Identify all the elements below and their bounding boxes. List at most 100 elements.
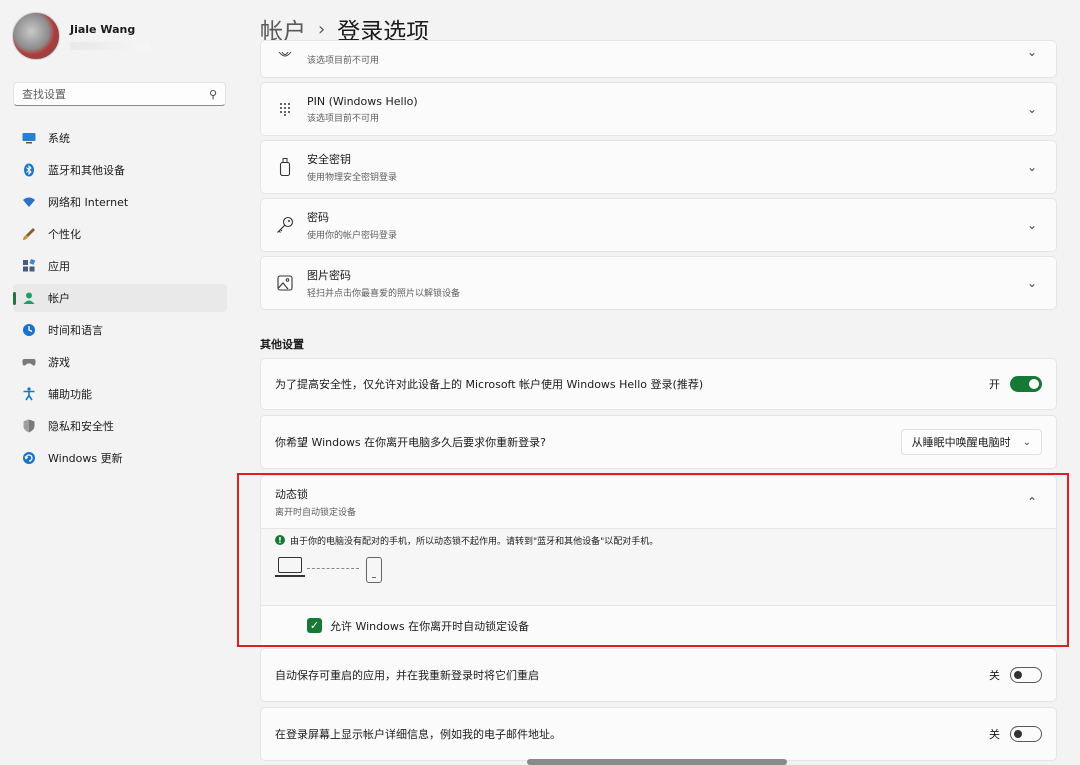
sidebar-item-apps[interactable]: 应用 [13, 252, 227, 280]
shield-icon [22, 419, 36, 433]
sidebar-item-label: Windows 更新 [48, 452, 123, 465]
setting-label: 在登录屏幕上显示帐户详细信息，例如我的电子邮件地址。 [275, 728, 561, 741]
toggle-knob [1014, 671, 1022, 679]
sidebar-item-label: 游戏 [48, 356, 70, 369]
gamepad-icon [22, 355, 36, 369]
signin-option-password[interactable]: 密码 使用你的帐户密码登录 ⌄ [260, 198, 1057, 252]
horizontal-scrollbar[interactable] [527, 759, 787, 765]
wifi-icon [22, 195, 36, 209]
setting-windows-hello-only: 为了提高安全性，仅允许对此设备上的 Microsoft 帐户使用 Windows… [260, 358, 1057, 410]
setting-label: 为了提高安全性，仅允许对此设备上的 Microsoft 帐户使用 Windows… [275, 378, 704, 391]
signin-option-security-key[interactable]: 安全密钥 使用物理安全密钥登录 ⌄ [260, 140, 1057, 194]
chevron-down-icon[interactable]: ⌄ [1022, 218, 1042, 232]
sidebar-item-personalization[interactable]: 个性化 [13, 220, 227, 248]
globe-clock-icon [22, 323, 36, 337]
info-icon: ! [275, 535, 285, 545]
chevron-down-icon[interactable]: ⌄ [1022, 276, 1042, 290]
sidebar-item-label: 系统 [48, 132, 70, 145]
user-email-redacted [70, 41, 150, 50]
monitor-icon [22, 131, 36, 145]
sidebar-item-accessibility[interactable]: 辅助功能 [13, 380, 227, 408]
chevron-down-icon[interactable]: ⌄ [1022, 160, 1042, 174]
usb-key-icon [275, 157, 295, 177]
setting-show-account-details: 在登录屏幕上显示帐户详细信息，例如我的电子邮件地址。 关 [260, 707, 1057, 761]
option-subtitle: 该选项目前不可用 [307, 113, 380, 124]
sidebar-item-network[interactable]: 网络和 Internet [13, 188, 227, 216]
avatar [12, 12, 60, 60]
signin-option-picture-password[interactable]: 图片密码 轻扫并点击你最喜爱的照片以解锁设备 ⌄ [260, 256, 1057, 310]
sidebar-item-accounts[interactable]: 帐户 [13, 284, 227, 312]
option-title: PIN (Windows Hello) [307, 94, 418, 108]
signin-option-pin[interactable]: PIN (Windows Hello) 该选项目前不可用 ⌄ [260, 82, 1057, 136]
setting-dynamic-lock: 动态锁 离开时自动锁定设备 ⌃ ! 由于你的电脑没有配对的手机，所以动态锁不起作… [260, 475, 1057, 645]
info-text: 由于你的电脑没有配对的手机，所以动态锁不起作用。请转到"蓝牙和其他设备"以配对手… [290, 536, 659, 547]
option-subtitle: 使用你的帐户密码登录 [307, 231, 398, 241]
dynamic-lock-header[interactable]: 动态锁 离开时自动锁定设备 ⌃ [261, 476, 1056, 528]
sidebar-item-label: 应用 [48, 260, 70, 273]
sidebar-item-label: 帐户 [48, 292, 70, 305]
dynamic-lock-checkbox[interactable]: ✓ [307, 618, 322, 633]
sidebar-item-label: 个性化 [48, 228, 81, 241]
setting-label: 你希望 Windows 在你离开电脑多久后要求你重新登录? [275, 436, 546, 449]
toggle-state-label: 开 [989, 378, 1000, 391]
option-subtitle: 轻扫并点击你最喜爱的照片以解锁设备 [307, 289, 461, 299]
sidebar-item-label: 辅助功能 [48, 388, 92, 401]
brush-icon [22, 227, 36, 241]
sidebar-item-label: 蓝牙和其他设备 [48, 164, 125, 177]
update-icon [22, 451, 36, 465]
dynamic-lock-checkbox-row: ✓ 允许 Windows 在你离开时自动锁定设备 [261, 605, 1056, 645]
toggle-state-label: 关 [989, 728, 1000, 741]
sidebar-item-bluetooth[interactable]: 蓝牙和其他设备 [13, 156, 227, 184]
toggle-knob [1014, 730, 1022, 738]
dropdown-value: 从睡眠中唤醒电脑时 [911, 436, 1011, 449]
phone-icon [366, 557, 382, 583]
key-icon [275, 215, 295, 235]
option-title: 密码 [307, 211, 329, 224]
require-signin-dropdown[interactable]: 从睡眠中唤醒电脑时 ⌄ [900, 429, 1042, 455]
user-profile[interactable]: Jiale Wang [12, 12, 150, 60]
fingerprint-icon [275, 46, 295, 66]
sidebar-item-time-language[interactable]: 时间和语言 [13, 316, 227, 344]
dynamic-lock-info: ! 由于你的电脑没有配对的手机，所以动态锁不起作用。请转到"蓝牙和其他设备"以配… [261, 529, 1056, 547]
accessibility-icon [22, 387, 36, 401]
toggle-knob [1029, 379, 1039, 389]
setting-title: 动态锁 [275, 488, 308, 501]
bluetooth-icon [22, 163, 36, 177]
option-title: 图片密码 [307, 269, 351, 282]
chevron-down-icon[interactable]: ⌄ [1022, 102, 1042, 116]
setting-restart-apps: 自动保存可重启的应用，并在我重新登录时将它们重启 关 [260, 648, 1057, 702]
connection-dashes [307, 568, 359, 569]
sidebar: Jiale Wang ⚲ 系统 蓝牙和其他设备 网络和 Internet [0, 0, 240, 765]
option-subtitle: 该选项目前不可用 [307, 56, 380, 66]
sidebar-item-system[interactable]: 系统 [13, 124, 227, 152]
windows-hello-only-toggle[interactable] [1010, 376, 1042, 392]
dynamic-lock-details: ! 由于你的电脑没有配对的手机，所以动态锁不起作用。请转到"蓝牙和其他设备"以配… [261, 528, 1056, 605]
sidebar-item-gaming[interactable]: 游戏 [13, 348, 227, 376]
user-name: Jiale Wang [70, 22, 136, 36]
signin-option-fingerprint[interactable]: 该选项目前不可用 ⌄ [260, 40, 1057, 78]
breadcrumb-separator: › [318, 18, 326, 40]
laptop-icon [275, 557, 305, 577]
setting-require-signin: 你希望 Windows 在你离开电脑多久后要求你重新登录? 从睡眠中唤醒电脑时 … [260, 415, 1057, 469]
chevron-down-icon[interactable]: ⌄ [1022, 45, 1042, 59]
sidebar-nav: 系统 蓝牙和其他设备 网络和 Internet 个性化 应用 帐户 时间和语言 … [13, 124, 227, 476]
chevron-up-icon[interactable]: ⌃ [1022, 495, 1042, 509]
pairing-illustration [261, 547, 1056, 605]
option-subtitle: 使用物理安全密钥登录 [307, 173, 398, 183]
section-title-other-settings: 其他设置 [260, 338, 304, 351]
sidebar-item-privacy[interactable]: 隐私和安全性 [13, 412, 227, 440]
checkbox-label[interactable]: 允许 Windows 在你离开时自动锁定设备 [330, 618, 529, 634]
sidebar-item-label: 网络和 Internet [48, 196, 129, 209]
restart-apps-toggle[interactable] [1010, 667, 1042, 683]
sidebar-item-label: 隐私和安全性 [48, 420, 114, 433]
search-input[interactable] [22, 87, 209, 101]
search-icon[interactable]: ⚲ [209, 88, 217, 101]
search-box[interactable]: ⚲ [13, 82, 226, 106]
apps-icon [22, 259, 36, 273]
show-account-details-toggle[interactable] [1010, 726, 1042, 742]
picture-icon [275, 273, 295, 293]
setting-label: 自动保存可重启的应用，并在我重新登录时将它们重启 [275, 669, 539, 682]
chevron-down-icon: ⌄ [1022, 436, 1031, 448]
sidebar-item-windows-update[interactable]: Windows 更新 [13, 444, 227, 472]
pin-pad-icon [275, 99, 295, 119]
